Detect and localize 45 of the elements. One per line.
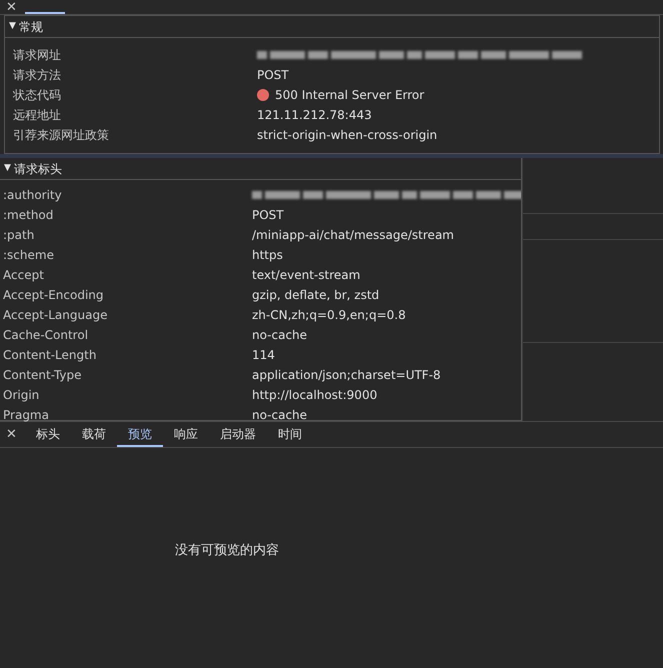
toggle-icon[interactable]: ▼ xyxy=(4,162,11,176)
header-name: Pragma xyxy=(2,407,50,424)
header-name: Accept xyxy=(2,267,45,284)
header-value: /miniapp-ai/chat/message/stream xyxy=(252,227,454,244)
header-name: :scheme xyxy=(2,247,55,264)
header-name: Origin xyxy=(2,387,40,404)
header-name: Accept-Language xyxy=(2,307,108,324)
header-value: gzip, deflate, br, zstd xyxy=(252,287,380,304)
section-title: 请求标头 xyxy=(14,160,62,178)
header-value: application/json;charset=UTF-8 xyxy=(252,367,441,384)
header-name: Accept-Encoding xyxy=(2,287,105,304)
header-name: Cache-Control xyxy=(2,327,90,344)
header-value: POST xyxy=(257,67,289,84)
tab[interactable]: 载荷 xyxy=(70,422,117,447)
header-name: :authority xyxy=(2,187,63,204)
header-value: 121.11.212.78:443 xyxy=(257,107,372,124)
header-value: 114 xyxy=(252,347,275,364)
tab[interactable]: 启动器 xyxy=(208,422,267,447)
header-value: POST xyxy=(252,207,284,224)
close-button[interactable]: ✕ xyxy=(0,428,25,441)
header-name: 远程地址 xyxy=(12,107,62,124)
header-value: no-cache xyxy=(252,327,308,344)
header-value: http://localhost:9000 xyxy=(252,387,378,404)
header-name: 状态代码 xyxy=(12,87,62,104)
header-name: 请求方法 xyxy=(12,67,62,84)
section-title: 常规 xyxy=(18,18,43,36)
header-name: 引荐来源网址政策 xyxy=(12,127,110,144)
header-value: zh-CN,zh;q=0.9,en;q=0.8 xyxy=(252,307,406,324)
header-name: 请求网址 xyxy=(12,47,62,64)
tab[interactable]: 响应 xyxy=(162,422,209,447)
tab[interactable]: 时间 xyxy=(266,422,313,447)
close-button[interactable]: ✕ xyxy=(0,1,25,14)
header-value: no-cache xyxy=(252,407,308,424)
header-value: text/event-stream xyxy=(252,267,360,284)
header-name: Content-Length xyxy=(2,347,98,364)
header-value: https xyxy=(252,247,283,264)
header-name: Content-Type xyxy=(2,367,83,384)
tab[interactable]: 标头 xyxy=(24,422,71,447)
header-name: :path xyxy=(2,227,36,244)
header-value: 500 Internal Server Error xyxy=(275,87,424,104)
header-value: strict-origin-when-cross-origin xyxy=(257,127,438,144)
empty-message: 没有可预览的内容 xyxy=(175,542,279,560)
tab[interactable]: 预览 xyxy=(116,422,163,447)
header-name: :method xyxy=(2,207,54,224)
toggle-icon[interactable]: ▼ xyxy=(9,20,16,34)
